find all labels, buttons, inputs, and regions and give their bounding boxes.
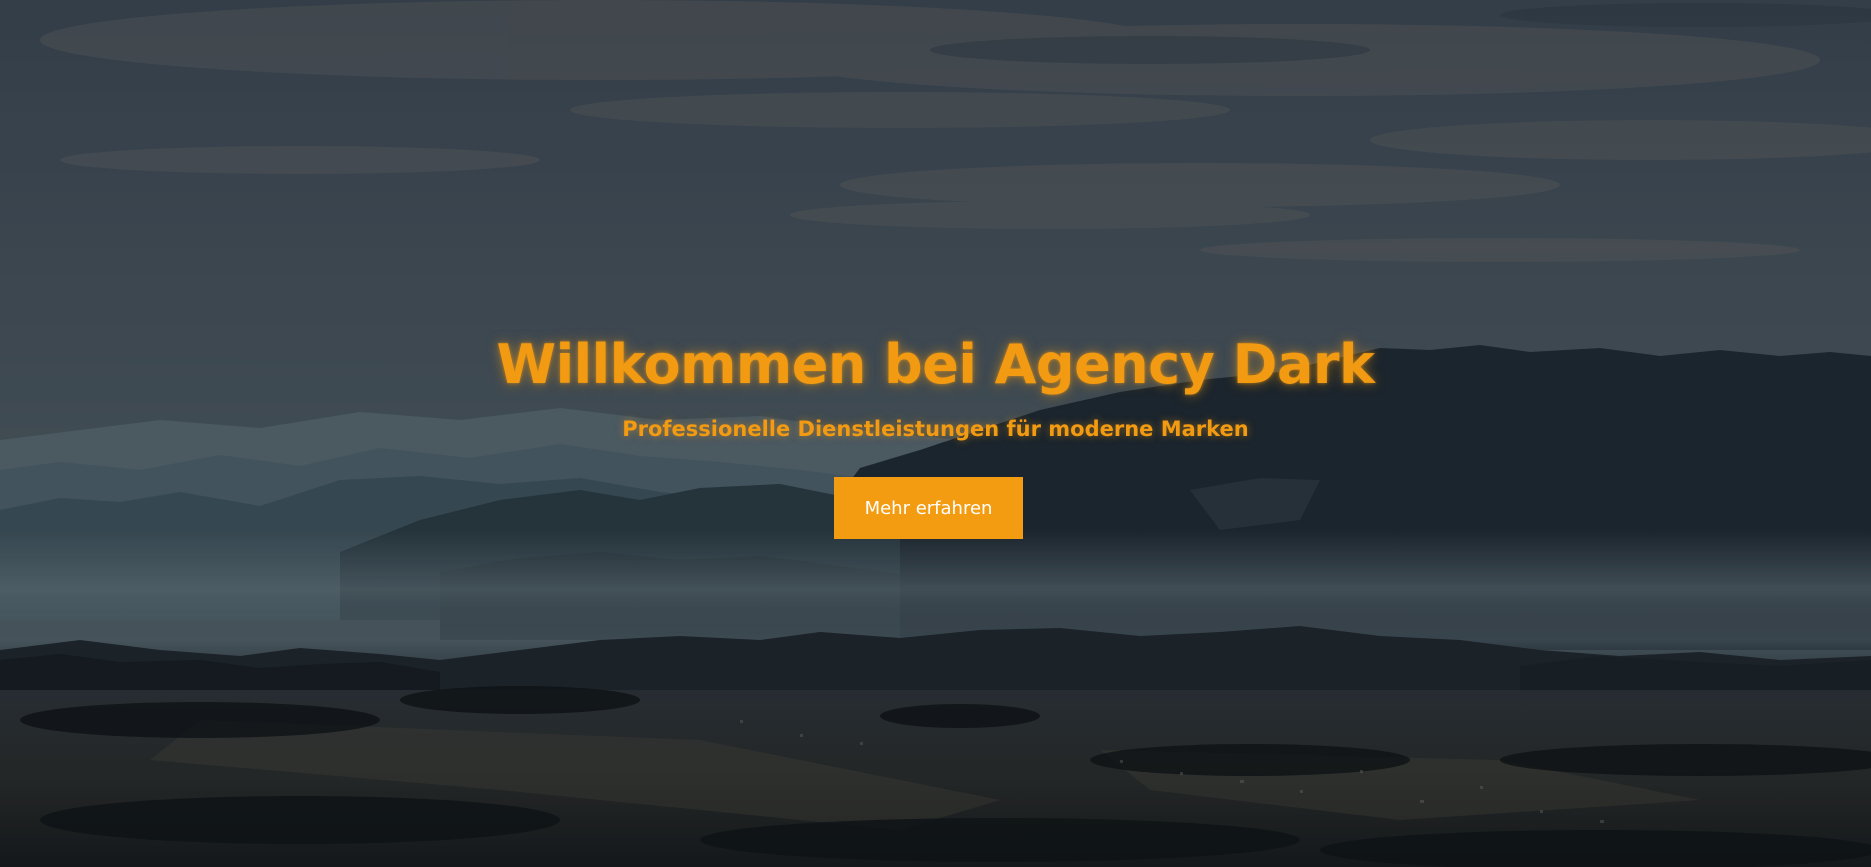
learn-more-button[interactable]: Mehr erfahren bbox=[834, 477, 1023, 539]
hero-title: Willkommen bei Agency Dark bbox=[496, 333, 1375, 396]
hero-content: Willkommen bei Agency Dark Professionell… bbox=[0, 0, 1871, 867]
hero-subtitle: Professionelle Dienstleistungen für mode… bbox=[622, 417, 1249, 441]
hero-section: Willkommen bei Agency Dark Professionell… bbox=[0, 0, 1871, 867]
